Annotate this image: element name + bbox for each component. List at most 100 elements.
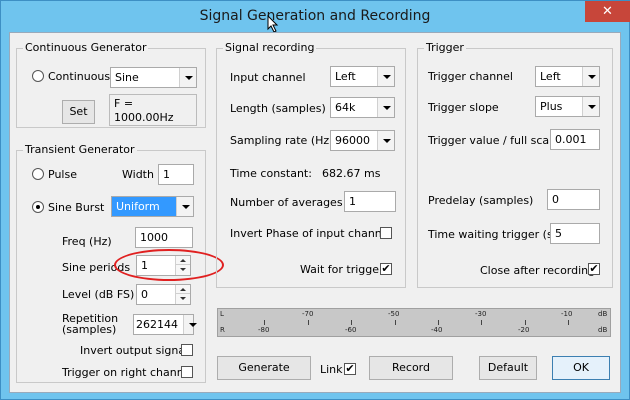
trigger-slope-value: Plus [540,100,563,113]
invert-phase-checkbox[interactable] [380,227,392,239]
sampling-rate-select[interactable]: 96000 [330,130,395,151]
continuous-radio[interactable] [32,70,44,82]
title-bar[interactable]: Signal Generation and Recording ✕ [1,1,630,33]
mouse-cursor-icon [267,15,279,33]
waiting-label: Time waiting trigger (s) [428,228,557,241]
generate-button[interactable]: Generate [217,356,311,380]
input-channel-value: Left [335,70,356,83]
freq-input[interactable]: 1000 [135,227,193,248]
chevron-down-icon[interactable] [179,68,196,87]
waiting-input[interactable]: 5 [550,223,600,244]
meter-tick-mark [395,320,396,325]
group-title: Continuous Generator [23,41,149,54]
meter-tick-mark [525,320,526,325]
meter-tick: -40 [431,326,443,334]
pulse-radio[interactable] [32,168,44,180]
meter-tick: -60 [345,326,357,334]
chevron-down-icon[interactable] [183,315,197,334]
trigger-right-checkbox[interactable] [181,366,193,378]
length-select[interactable]: 64k [330,97,395,118]
meter-tick: -70 [302,310,314,318]
freq-label: Freq (Hz) [62,235,112,248]
spin-down-icon[interactable] [176,294,190,303]
chevron-down-icon[interactable] [377,131,394,150]
repetition-select[interactable]: 262144 [133,314,197,335]
close-after-label: Close after recording [480,264,596,277]
close-button[interactable]: ✕ [585,1,630,22]
invert-phase-label: Invert Phase of input channel [230,227,392,240]
burst-type-select[interactable]: Uniform [111,196,194,217]
chevron-down-icon[interactable] [377,98,394,117]
meter-tick-mark [264,320,265,325]
meter-left-label: L [220,310,224,318]
input-channel-label: Input channel [230,71,306,84]
meter-tick: -80 [258,326,270,334]
trigger-channel-select[interactable]: Left [535,66,600,87]
time-constant-value: 682.67 ms [322,167,381,180]
meter-tick: -10 [561,310,573,318]
level-value: 0 [141,288,148,301]
width-input[interactable]: 1 [158,164,194,185]
trigger-channel-value: Left [540,70,561,83]
group-title: Signal recording [223,41,317,54]
wait-trigger-checkbox[interactable]: ✔ [380,263,392,275]
trigger-right-label: Trigger on right channel [62,366,194,379]
repetition-label-2: (samples) [62,323,117,336]
meter-tick-mark [351,320,352,325]
sine-burst-radio[interactable] [32,201,44,213]
record-button[interactable]: Record [369,356,453,380]
wait-trigger-label: Wait for trigger [300,263,384,276]
link-checkbox[interactable]: ✔ [344,363,356,375]
sampling-rate-value: 96000 [335,134,370,147]
meter-tick-mark [308,320,309,325]
link-label: Link [320,363,343,376]
dialog-client: Continuous Generator Continuous Sine Set… [9,32,621,393]
waveform-select[interactable]: Sine [110,67,197,88]
trigger-value-input[interactable]: 0.001 [550,129,600,150]
trigger-channel-label: Trigger channel [428,70,513,83]
predelay-input[interactable]: 0 [547,189,600,210]
trigger-slope-select[interactable]: Plus [535,96,600,117]
chevron-down-icon[interactable] [377,67,394,86]
level-stepper[interactable]: 0 [136,284,191,305]
width-label: Width [122,168,154,181]
frequency-readout: F = 1000.00Hz [109,94,197,126]
spin-buttons[interactable] [175,285,190,304]
dialog-window: Signal Generation and Recording ✕ Contin… [0,0,630,400]
ok-button[interactable]: OK [552,356,610,380]
meter-tick: -30 [475,310,487,318]
meter-tick: -20 [518,326,530,334]
continuous-radio-label: Continuous [48,70,111,83]
meter-tick-mark [438,320,439,325]
meter-tick-mark [481,320,482,325]
meter-tick-mark [568,320,569,325]
meter-tick: dB [598,326,608,334]
trigger-slope-label: Trigger slope [428,101,499,114]
meter-tick: dB [598,310,608,318]
trigger-value-label: Trigger value / full scale [428,134,559,147]
invert-output-label: Invert output signal [80,344,189,357]
chevron-down-icon[interactable] [582,67,599,86]
level-label: Level (dB FS) [62,288,135,301]
default-button[interactable]: Default [479,356,537,380]
sine-burst-radio-label: Sine Burst [48,201,105,214]
chevron-down-icon[interactable] [176,197,193,216]
spin-up-icon[interactable] [176,285,190,294]
level-meter: L R -70 -50 -30 -10 dB -80 -60 -40 -20 d… [217,308,611,337]
sampling-rate-label: Sampling rate (Hz) [230,134,334,147]
averages-input[interactable]: 1 [344,191,396,212]
chevron-down-icon[interactable] [582,97,599,116]
group-title: Transient Generator [23,143,137,156]
averages-label: Number of averages [230,196,343,209]
group-title: Trigger [424,41,466,54]
pulse-radio-label: Pulse [48,168,77,181]
burst-type-value: Uniform [116,200,160,213]
length-value: 64k [335,101,356,114]
invert-output-checkbox[interactable] [181,344,193,356]
set-button[interactable]: Set [62,100,95,124]
input-channel-select[interactable]: Left [330,66,395,87]
waveform-value: Sine [115,71,139,84]
window-title: Signal Generation and Recording [199,8,431,24]
meter-tick: -50 [388,310,400,318]
close-after-checkbox[interactable]: ✔ [588,263,600,275]
